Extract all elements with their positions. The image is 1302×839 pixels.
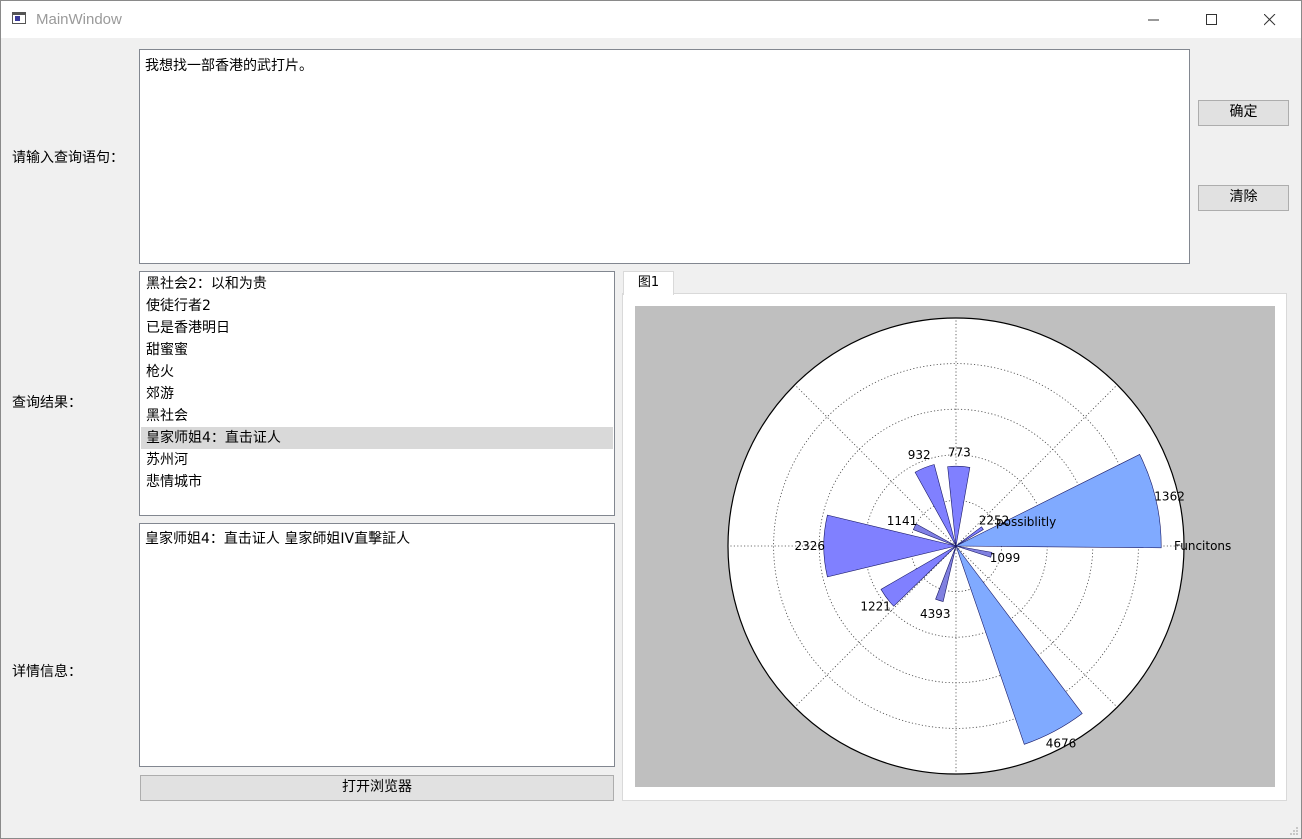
axis-label-possibility: possiblitly xyxy=(996,515,1056,529)
query-label: 请输入查询语句： xyxy=(12,150,124,166)
results-list[interactable]: 黑社会2：以和为贵 使徒行者2 已是香港明日 甜蜜蜜 枪火 郊游 黑社会 皇家师… xyxy=(139,271,615,516)
list-item-selected[interactable]: 皇家师姐4：直击证人 xyxy=(141,427,613,449)
chart-canvas: 1362 2252 773 932 1141 2326 1221 4393 4676 1099 Fu… xyxy=(635,306,1275,787)
bar-value-label: 2326 xyxy=(794,539,825,553)
confirm-button[interactable]: 确定 xyxy=(1198,100,1289,126)
list-item[interactable]: 苏州河 xyxy=(141,449,613,471)
list-item[interactable]: 甜蜜蜜 xyxy=(141,339,613,361)
list-item[interactable]: 黑社会 xyxy=(141,405,613,427)
minimize-icon xyxy=(1148,19,1159,21)
bar-value-label: 4393 xyxy=(920,607,951,621)
window-title: MainWindow xyxy=(36,11,122,28)
tab-figure-1[interactable]: 图1 xyxy=(623,271,674,295)
bar-value-label: 1099 xyxy=(990,551,1021,565)
clear-button[interactable]: 清除 xyxy=(1198,185,1289,211)
bar-value-label: 1141 xyxy=(887,514,918,528)
bar-value-label: 4676 xyxy=(1046,737,1077,751)
details-text: 皇家师姐4：直击证人 皇家師姐IV直擊証人 xyxy=(145,531,411,547)
bar-value-label: 932 xyxy=(908,448,931,462)
bar-value-label: 1362 xyxy=(1154,490,1185,504)
maximize-icon xyxy=(1206,14,1217,25)
list-item[interactable]: 黑社会2：以和为贵 xyxy=(141,273,613,295)
resize-grip-icon[interactable] xyxy=(1289,826,1299,836)
bar-value-label: 773 xyxy=(948,445,971,459)
open-browser-button[interactable]: 打开浏览器 xyxy=(140,775,614,801)
polar-chart: 13622252773932114123261221439346761099Fu… xyxy=(727,317,1231,775)
title-bar[interactable]: MainWindow xyxy=(1,1,1301,38)
bar-value-label: 1221 xyxy=(860,600,891,614)
minimize-button[interactable] xyxy=(1125,1,1183,38)
app-icon xyxy=(12,12,26,24)
details-label: 详情信息： xyxy=(12,664,82,680)
list-item[interactable]: 郊游 xyxy=(141,383,613,405)
list-item[interactable]: 使徒行者2 xyxy=(141,295,613,317)
query-text[interactable]: 我想找一部香港的武打片。 xyxy=(145,58,313,74)
list-item[interactable]: 枪火 xyxy=(141,361,613,383)
list-item[interactable]: 悲情城市 xyxy=(141,471,613,493)
close-button[interactable] xyxy=(1241,1,1299,38)
results-label: 查询结果： xyxy=(12,395,82,411)
close-icon xyxy=(1264,14,1276,26)
details-box[interactable]: 皇家师姐4：直击证人 皇家師姐IV直擊証人 xyxy=(139,523,615,767)
maximize-button[interactable] xyxy=(1183,1,1241,38)
list-item[interactable]: 已是香港明日 xyxy=(141,317,613,339)
axis-label-funcitons: Funcitons xyxy=(1174,539,1231,553)
query-input[interactable]: 我想找一部香港的武打片。 xyxy=(139,49,1190,264)
